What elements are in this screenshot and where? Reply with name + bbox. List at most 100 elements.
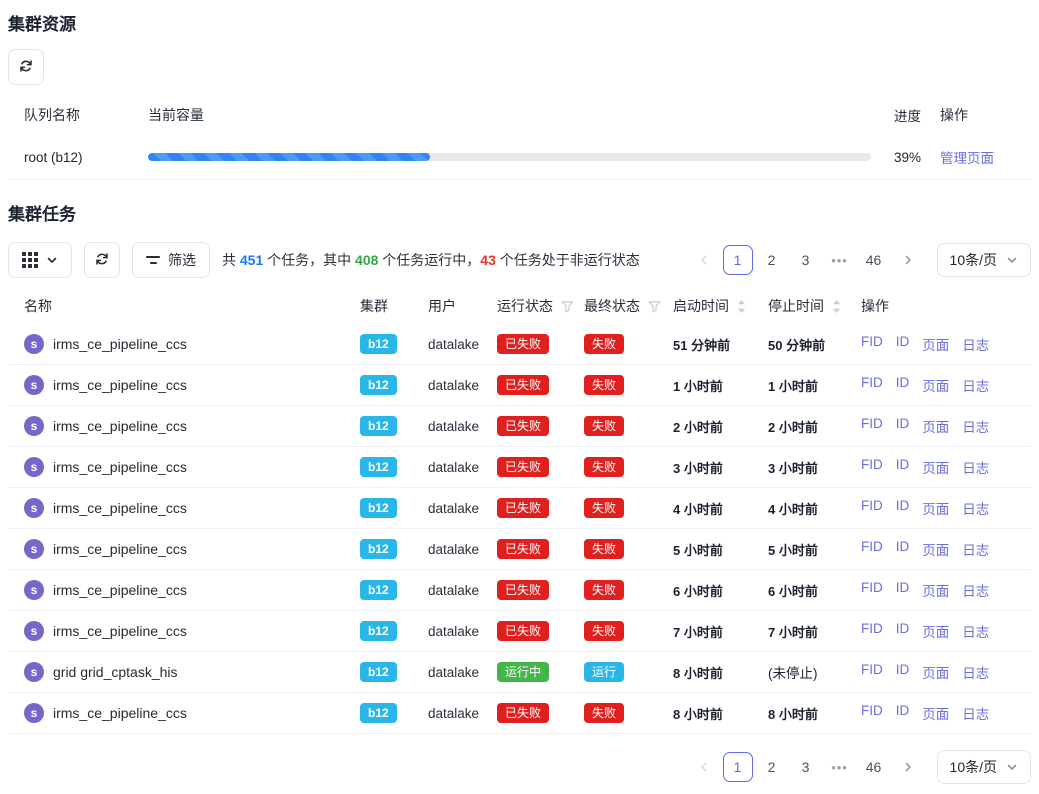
page-link[interactable]: 页面 [922, 498, 949, 518]
fid-link[interactable]: FID [861, 334, 883, 354]
col-final-status: 最终状态 [584, 296, 640, 316]
page-3-button[interactable]: 3 [791, 752, 821, 782]
capacity-progressbar [148, 153, 877, 161]
col-stop-time: 停止时间 [768, 296, 824, 316]
stop-time: 50 分钟前 [768, 335, 861, 354]
pagination-bottom-wrap: 1 2 3 ••• 46 10条/页 [8, 750, 1031, 784]
id-link[interactable]: ID [896, 334, 910, 354]
page-link[interactable]: 页面 [922, 334, 949, 354]
id-link[interactable]: ID [896, 416, 910, 436]
cluster-badge: b12 [360, 539, 397, 559]
start-time: 8 小时前 [673, 704, 768, 723]
page-size-select[interactable]: 10条/页 [937, 243, 1031, 277]
page-link[interactable]: 页面 [922, 621, 949, 641]
page-size-value: 10条/页 [950, 757, 997, 777]
next-page-icon[interactable] [893, 752, 923, 782]
running-count: 408 [355, 252, 378, 268]
fid-link[interactable]: FID [861, 457, 883, 477]
id-link[interactable]: ID [896, 621, 910, 641]
log-link[interactable]: 日志 [962, 416, 989, 436]
page-link[interactable]: 页面 [922, 580, 949, 600]
log-link[interactable]: 日志 [962, 662, 989, 682]
resources-table: 队列名称 当前容量 进度 操作 root (b12) 39% 管理页面 [8, 95, 1031, 180]
row-operations: FID ID 页面 日志 [861, 539, 1031, 559]
id-link[interactable]: ID [896, 539, 910, 559]
log-link[interactable]: 日志 [962, 334, 989, 354]
start-time: 4 小时前 [673, 499, 768, 518]
page-size-select[interactable]: 10条/页 [937, 750, 1031, 784]
page-3-button[interactable]: 3 [791, 245, 821, 275]
log-link[interactable]: 日志 [962, 498, 989, 518]
cluster-resources-title: 集群资源 [8, 14, 1031, 36]
user-name: datalake [428, 501, 497, 516]
cluster-badge: b12 [360, 375, 397, 395]
task-name: irms_ce_pipeline_ccs [53, 418, 187, 434]
stop-time: 1 小时前 [768, 376, 861, 395]
page-last-button[interactable]: 46 [859, 752, 889, 782]
task-name: irms_ce_pipeline_ccs [53, 336, 187, 352]
id-link[interactable]: ID [896, 375, 910, 395]
fid-link[interactable]: FID [861, 580, 883, 600]
id-link[interactable]: ID [896, 662, 910, 682]
user-name: datalake [428, 542, 497, 557]
fid-link[interactable]: FID [861, 703, 883, 723]
fid-link[interactable]: FID [861, 416, 883, 436]
page-2-button[interactable]: 2 [757, 752, 787, 782]
page-1-button[interactable]: 1 [723, 752, 753, 782]
fid-link[interactable]: FID [861, 662, 883, 682]
prev-page-icon[interactable] [689, 245, 719, 275]
page-last-button[interactable]: 46 [859, 245, 889, 275]
chevron-down-icon [46, 254, 58, 266]
page-link[interactable]: 页面 [922, 539, 949, 559]
start-time: 51 分钟前 [673, 335, 768, 354]
progress-fill [148, 153, 430, 161]
id-link[interactable]: ID [896, 580, 910, 600]
id-link[interactable]: ID [896, 703, 910, 723]
page-link[interactable]: 页面 [922, 457, 949, 477]
avatar: s [24, 621, 44, 641]
page-link[interactable]: 页面 [922, 662, 949, 682]
avatar: s [24, 334, 44, 354]
final-status-badge: 失败 [584, 621, 624, 641]
refresh-tasks-button[interactable] [84, 242, 120, 278]
page-link[interactable]: 页面 [922, 703, 949, 723]
fid-link[interactable]: FID [861, 375, 883, 395]
page-1-button[interactable]: 1 [723, 245, 753, 275]
fid-link[interactable]: FID [861, 498, 883, 518]
log-link[interactable]: 日志 [962, 621, 989, 641]
next-page-icon[interactable] [893, 245, 923, 275]
id-link[interactable]: ID [896, 457, 910, 477]
fid-link[interactable]: FID [861, 539, 883, 559]
cluster-badge: b12 [360, 580, 397, 600]
col-user: 用户 [428, 296, 497, 316]
page-link[interactable]: 页面 [922, 416, 949, 436]
sort-icon[interactable] [737, 299, 746, 314]
log-link[interactable]: 日志 [962, 375, 989, 395]
filter-funnel-icon[interactable] [561, 300, 574, 313]
refresh-resources-button[interactable] [8, 49, 44, 85]
filter-button[interactable]: 筛选 [132, 242, 210, 278]
log-link[interactable]: 日志 [962, 539, 989, 559]
log-link[interactable]: 日志 [962, 580, 989, 600]
fid-link[interactable]: FID [861, 621, 883, 641]
id-link[interactable]: ID [896, 498, 910, 518]
log-link[interactable]: 日志 [962, 457, 989, 477]
page-link[interactable]: 页面 [922, 375, 949, 395]
run-status-badge: 已失败 [497, 621, 549, 641]
col-name: 名称 [8, 296, 360, 316]
grid-icon [22, 252, 38, 268]
prev-page-icon[interactable] [689, 752, 719, 782]
cluster-badge: b12 [360, 457, 397, 477]
column-settings-button[interactable] [8, 242, 72, 278]
chevron-down-icon [1006, 761, 1018, 773]
table-row: s irms_ce_pipeline_ccs b12 datalake 已失败 … [8, 447, 1031, 488]
col-cluster: 集群 [360, 296, 428, 316]
tasks-summary: 共 451 个任务，其中 408 个任务运行中，43 个任务处于非运行状态 [222, 250, 640, 270]
filter-icon [146, 256, 160, 264]
page-2-button[interactable]: 2 [757, 245, 787, 275]
sort-icon[interactable] [832, 299, 841, 314]
final-status-badge: 失败 [584, 334, 624, 354]
manage-page-link[interactable]: 管理页面 [940, 151, 994, 166]
filter-funnel-icon[interactable] [648, 300, 661, 313]
log-link[interactable]: 日志 [962, 703, 989, 723]
